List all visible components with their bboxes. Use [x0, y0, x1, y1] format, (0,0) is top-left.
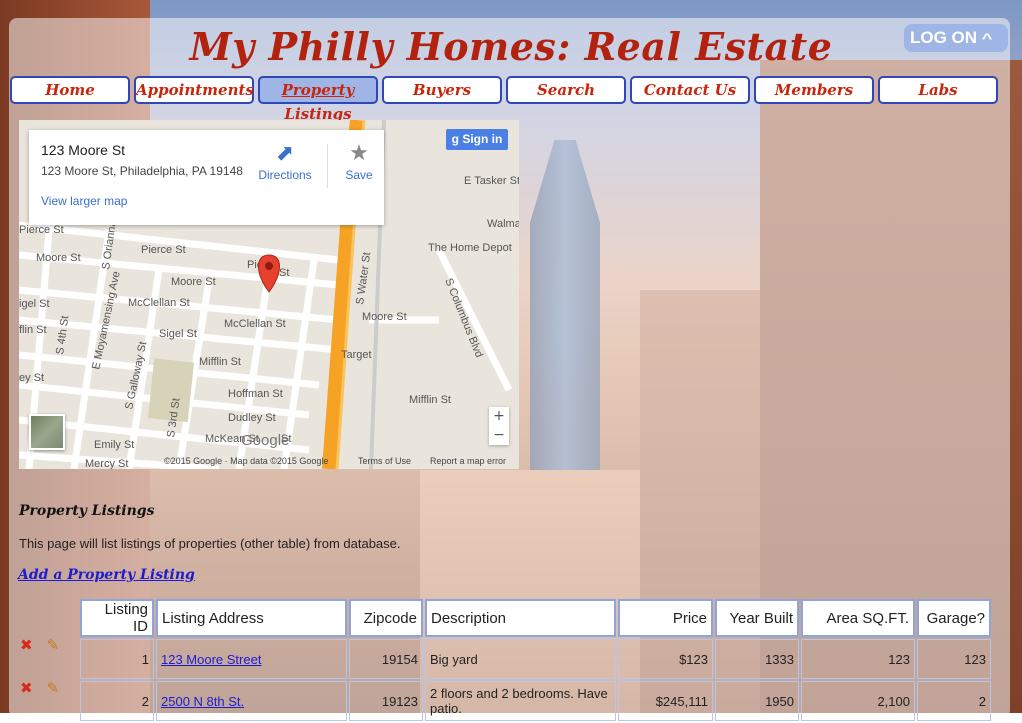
column-header-listing-id[interactable]: Listing ID: [80, 599, 154, 637]
edit-pencil-icon[interactable]: ✎: [47, 679, 60, 697]
google-logo: Google: [241, 432, 290, 449]
cell-description: 2 floors and 2 bedrooms. Have patio.: [425, 681, 616, 721]
directions-button[interactable]: ⬈ Directions: [257, 140, 313, 182]
delete-icon[interactable]: ✖: [20, 679, 33, 697]
edit-pencil-icon[interactable]: ✎: [47, 636, 60, 654]
map-label: Pierce St: [19, 224, 64, 236]
map-label: ey St: [19, 372, 44, 384]
card-divider: [327, 144, 328, 188]
map-label: Hoffman St: [228, 388, 283, 400]
chevron-up-icon: ^: [981, 30, 993, 46]
map-report-link[interactable]: Report a map error: [430, 456, 506, 466]
cell-year-built: 1950: [715, 681, 799, 721]
map-label: Moore St: [36, 252, 81, 264]
map-label: igel St: [19, 298, 50, 310]
address-link[interactable]: 2500 N 8th St.: [161, 694, 244, 709]
map-label: E Tasker St: [464, 175, 519, 187]
map-signin-button[interactable]: g Sign in: [446, 129, 508, 150]
nav-buyers[interactable]: Buyers: [382, 76, 502, 104]
zoom-in-button[interactable]: +: [489, 407, 509, 426]
cell-listing-id: 1: [80, 639, 154, 679]
zoom-out-button[interactable]: −: [489, 426, 509, 445]
nav-contact-us[interactable]: Contact Us: [630, 76, 750, 104]
place-card: 123 Moore St 123 Moore St, Philadelphia,…: [29, 130, 384, 225]
cell-year-built: 1333: [715, 639, 799, 679]
column-header-description[interactable]: Description: [425, 599, 616, 637]
page-description: This page will list listings of properti…: [19, 536, 401, 551]
cell-price: $245,111: [618, 681, 713, 721]
map-label: Mifflin St: [409, 394, 451, 406]
place-address: 123 Moore St, Philadelphia, PA 19148: [41, 164, 243, 178]
satellite-toggle[interactable]: [29, 414, 65, 450]
row-actions: ✖ ✎: [20, 679, 59, 697]
cell-price: $123: [618, 639, 713, 679]
map-footer: ©2015 Google · Map data ©2015 Google Ter…: [19, 454, 519, 469]
cell-zipcode: 19123: [349, 681, 423, 721]
cell-garage: 2: [917, 681, 991, 721]
map-label: flin St: [19, 324, 47, 336]
logon-label: LOG ON: [910, 28, 978, 47]
map-label: Walma: [487, 218, 519, 230]
column-header-year-built[interactable]: Year Built: [715, 599, 799, 637]
nav-members[interactable]: Members: [754, 76, 874, 104]
column-header-zipcode[interactable]: Zipcode: [349, 599, 423, 637]
map-label: Moore St: [362, 311, 407, 323]
listings-table: Listing ID Listing Address Zipcode Descr…: [78, 597, 993, 723]
nav-property-listings[interactable]: Property Listings: [258, 76, 378, 123]
table-row: 1 123 Moore Street 19154 Big yard $123 1…: [80, 639, 991, 679]
add-property-listing-link[interactable]: Add a Property Listing: [18, 567, 195, 583]
map-signin-label: Sign in: [462, 132, 503, 146]
zoom-control: + −: [489, 407, 509, 445]
cell-garage: 123: [917, 639, 991, 679]
table-row: 2 2500 N 8th St. 19123 2 floors and 2 be…: [80, 681, 991, 721]
directions-label: Directions: [258, 168, 312, 182]
google-plus-icon: g: [451, 132, 463, 146]
map-copyright: ©2015 Google · Map data ©2015 Google: [164, 456, 329, 466]
cell-listing-id: 2: [80, 681, 154, 721]
save-label: Save: [345, 168, 373, 182]
nav-search[interactable]: Search: [506, 76, 626, 104]
map-label: Target: [341, 349, 372, 361]
nav-home[interactable]: Home: [10, 76, 130, 104]
map-label: Moore St: [171, 276, 216, 288]
column-header-address[interactable]: Listing Address: [156, 599, 347, 637]
page-heading: Property Listings: [19, 503, 155, 519]
column-header-price[interactable]: Price: [618, 599, 713, 637]
save-button[interactable]: ★ Save: [339, 140, 379, 182]
view-larger-map-link[interactable]: View larger map: [41, 194, 127, 208]
cell-zipcode: 19154: [349, 639, 423, 679]
row-actions: ✖ ✎: [20, 636, 59, 654]
map-label: The Home Depot: [428, 242, 512, 254]
cell-area: 123: [801, 639, 915, 679]
directions-icon: ⬈: [275, 140, 295, 165]
map-label: McClellan St: [224, 318, 286, 330]
place-name: 123 Moore St: [41, 142, 126, 158]
main-nav: Home Appointments Property Listings Buye…: [10, 76, 1001, 123]
address-link[interactable]: 123 Moore Street: [161, 652, 261, 667]
column-header-area[interactable]: Area SQ.FT.: [801, 599, 915, 637]
star-icon: ★: [349, 140, 369, 165]
column-header-garage[interactable]: Garage?: [917, 599, 991, 637]
delete-icon[interactable]: ✖: [20, 636, 33, 654]
embedded-map[interactable]: E Tasker St Walma The Home Depot Pierce …: [19, 120, 519, 469]
map-label: McClellan St: [128, 297, 190, 309]
cell-address: 123 Moore Street: [156, 639, 347, 679]
cell-area: 2,100: [801, 681, 915, 721]
map-label: St: [279, 267, 289, 279]
map-label: Mifflin St: [199, 356, 241, 368]
logon-button[interactable]: LOG ON ^: [904, 24, 1008, 52]
cell-description: Big yard: [425, 639, 616, 679]
map-label: Pierce St: [141, 244, 186, 256]
map-label: Dudley St: [228, 412, 276, 424]
site-title: My Philly Homes: Real Estate: [189, 24, 833, 69]
nav-appointments[interactable]: Appointments: [134, 76, 254, 104]
map-label: Sigel St: [159, 328, 197, 340]
map-terms-link[interactable]: Terms of Use: [358, 456, 411, 466]
map-label: Emily St: [94, 439, 134, 451]
cell-address: 2500 N 8th St.: [156, 681, 347, 721]
nav-labs[interactable]: Labs: [878, 76, 998, 104]
